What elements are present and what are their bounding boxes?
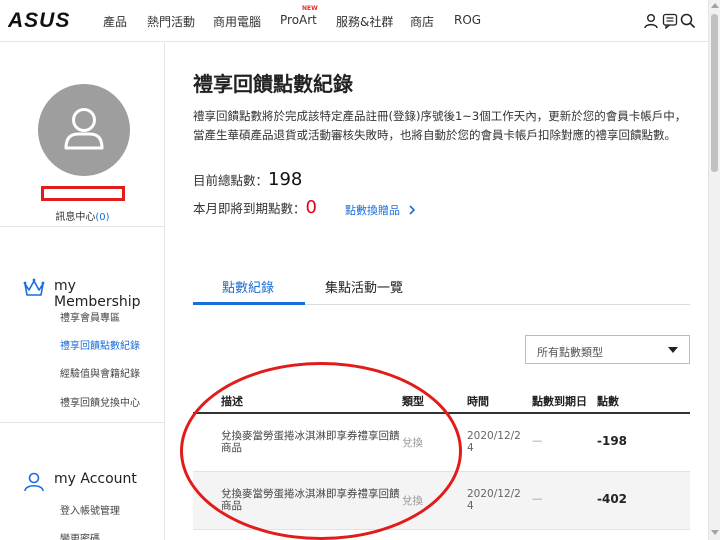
nav-store[interactable]: 商店 [410, 13, 434, 30]
account-icon [24, 472, 44, 492]
membership-title: my Membership [54, 278, 141, 310]
point-type-dropdown[interactable]: 所有點數類型 [525, 335, 690, 364]
row-date: 2020/12/24 [467, 488, 521, 512]
page-scrollbar[interactable] [708, 0, 720, 540]
sidebar: 訊息中心(0) my Membership 禮享會員專區 禮享回饋點數紀錄 經驗… [0, 43, 165, 540]
user-avatar-icon [64, 108, 104, 150]
table-row: 兌換麥當勞蛋捲冰淇淋即享券禮享回饋商品 兌換 2020/12/24 — -198 [193, 414, 690, 472]
sidebar-item-login-manage[interactable]: 登入帳號管理 [60, 502, 120, 517]
nav-service[interactable]: 服務&社群 [336, 13, 393, 30]
asus-logo[interactable]: ASUS [8, 10, 84, 30]
user-icon[interactable] [643, 13, 659, 29]
sidebar-item-redeem-center[interactable]: 禮享回饋兌換中心 [60, 394, 140, 409]
chat-icon[interactable] [662, 13, 678, 29]
nav-business[interactable]: 商用電腦 [213, 13, 261, 30]
tab-points-record[interactable]: 點數紀錄 [222, 277, 274, 296]
redeem-gift-label: 點數換贈品 [345, 204, 400, 217]
col-header-time: 時間 [467, 395, 489, 408]
message-center-link[interactable]: 訊息中心(0) [0, 208, 165, 223]
nav-rog[interactable]: ROG [454, 13, 481, 27]
redeem-gift-link[interactable]: 點數換贈品 [345, 202, 416, 218]
row-type: 兌換 [402, 495, 423, 507]
scroll-thumb[interactable] [711, 14, 718, 172]
row-type: 兌換 [402, 437, 423, 449]
sidebar-item-points-record[interactable]: 禮享回饋點數紀錄 [60, 337, 140, 352]
row-expiry: — [532, 493, 543, 505]
expire-points-row: 本月即將到期點數：0 [193, 197, 317, 218]
row-date: 2020/12/24 [467, 430, 521, 454]
row-points: -402 [597, 492, 628, 506]
point-type-selected: 所有點數類型 [537, 346, 603, 359]
nav-proart[interactable]: ProArt [280, 13, 317, 27]
top-navbar: ASUS 產品 熱門活動 商用電腦 ProArt NEW 服務&社群 商店 RO… [0, 0, 708, 42]
sidebar-divider [0, 226, 165, 227]
row-desc: 兌換麥當勞蛋捲冰淇淋即享券禮享回饋商品 [221, 430, 400, 454]
tab-point-events[interactable]: 集點活動一覽 [325, 277, 403, 296]
redacted-username [41, 186, 125, 201]
row-expiry: — [532, 435, 543, 447]
page-title: 禮享回饋點數紀錄 [193, 72, 353, 96]
table-row: 兌換麥當勞蛋捲冰淇淋即享券禮享回饋商品 兌換 2020/12/24 — -402 [193, 472, 690, 530]
sidebar-item-member-zone[interactable]: 禮享會員專區 [60, 309, 120, 324]
col-header-expiry: 點數到期日 [532, 395, 587, 408]
col-header-desc: 描述 [221, 395, 243, 408]
row-desc: 兌換麥當勞蛋捲冰淇淋即享券禮享回饋商品 [221, 488, 400, 512]
nav-hot-events[interactable]: 熱門活動 [147, 13, 195, 30]
scroll-up-arrow-icon[interactable] [711, 3, 719, 8]
chevron-right-icon [408, 205, 415, 215]
sidebar-divider [0, 422, 165, 423]
active-tab-indicator [193, 302, 305, 305]
svg-text:ASUS: ASUS [8, 10, 70, 30]
points-description: 禮享回饋點數將於完成該特定產品註冊(登錄)序號後1~3個工作天內，更新於您的會員… [193, 109, 687, 142]
main-content: 禮享回饋點數紀錄 禮享回饋點數將於完成該特定產品註冊(登錄)序號後1~3個工作天… [193, 43, 708, 540]
search-icon[interactable] [680, 13, 696, 29]
nav-products[interactable]: 產品 [103, 13, 127, 30]
sidebar-item-change-password[interactable]: 變更密碼 [60, 530, 100, 540]
total-points-value: 198 [268, 169, 303, 190]
scroll-down-arrow-icon[interactable] [711, 530, 719, 535]
row-points: -198 [597, 434, 628, 448]
col-header-points: 點數 [597, 395, 619, 408]
avatar[interactable] [38, 84, 130, 176]
total-points-label: 目前總點數： [193, 173, 269, 188]
col-header-type: 類型 [402, 395, 424, 408]
expire-points-label: 本月即將到期點數： [193, 201, 306, 216]
total-points-row: 目前總點數：198 [193, 169, 302, 190]
row-divider [193, 529, 690, 530]
sidebar-item-exp-record[interactable]: 經驗值與會籍紀錄 [60, 365, 140, 380]
caret-down-icon [668, 347, 678, 353]
message-center-label: 訊息中心 [55, 212, 96, 223]
message-count: (0) [95, 212, 110, 223]
proart-new-badge: NEW [302, 5, 318, 12]
account-title: my Account [54, 471, 137, 487]
expire-points-value: 0 [305, 197, 317, 218]
crown-icon [23, 278, 45, 296]
